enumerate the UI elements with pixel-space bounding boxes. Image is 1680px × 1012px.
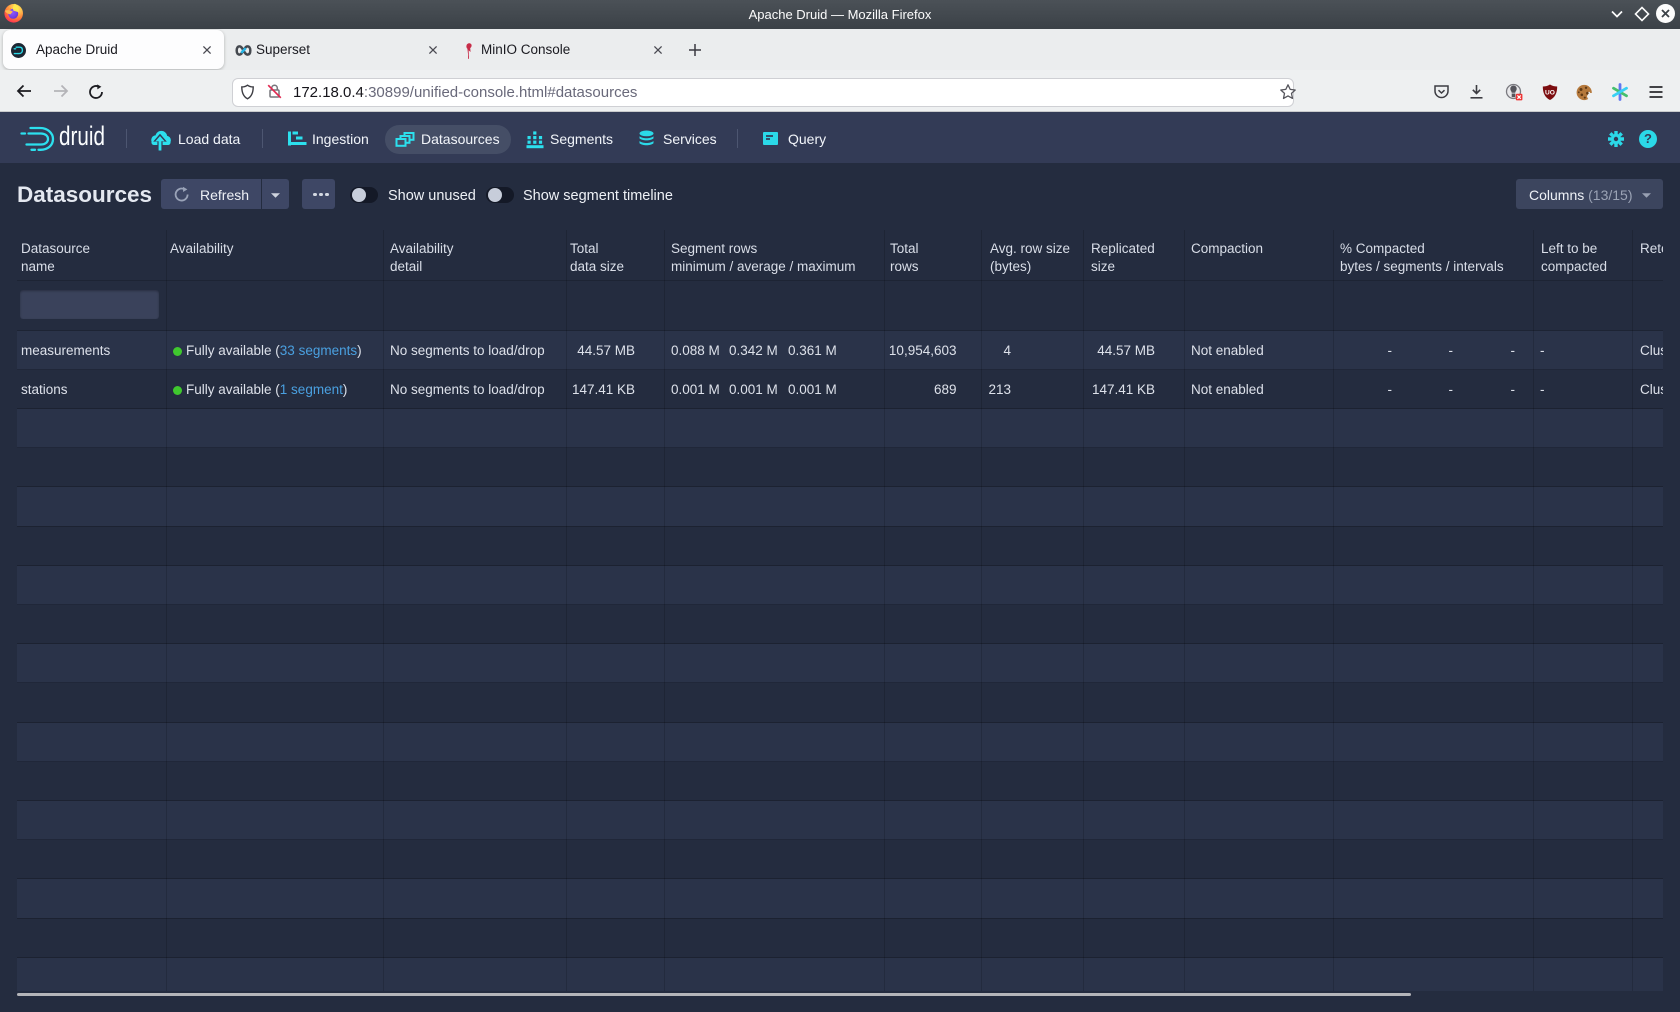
svg-text:UO: UO xyxy=(1545,89,1555,96)
